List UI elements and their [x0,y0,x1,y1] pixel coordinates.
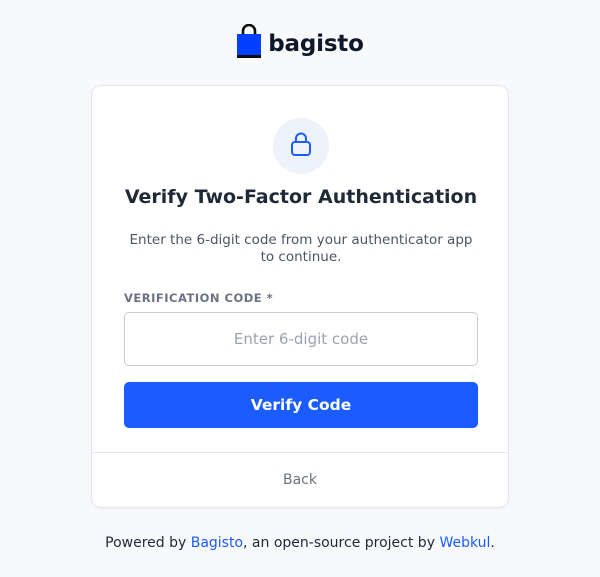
footer-prefix: Powered by [105,535,191,551]
verification-code-input[interactable] [124,312,478,366]
lock-icon [290,131,312,161]
login-page: bagisto Verify Two-Factor Authentication… [0,0,600,577]
footer: Powered by Bagisto, an open-source proje… [0,535,600,551]
card-divider [92,452,508,453]
verify-code-button[interactable]: Verify Code [124,382,478,428]
brand-name: bagisto [268,31,364,57]
shopping-bag-icon [236,23,262,64]
page-title: Verify Two-Factor Authentication [124,186,478,208]
verification-code-label: VERIFICATION CODE * [124,291,274,305]
footer-suffix: . [490,535,495,551]
two-factor-card: Verify Two-Factor Authentication Enter t… [91,85,509,508]
page-subtitle: Enter the 6-digit code from your authent… [129,232,473,265]
bagisto-link[interactable]: Bagisto [191,535,243,551]
webkul-link[interactable]: Webkul [439,535,490,551]
lock-badge [273,118,329,174]
brand-logo: bagisto [0,23,600,64]
footer-middle: , an open-source project by [243,535,440,551]
back-link[interactable]: Back [92,472,508,488]
